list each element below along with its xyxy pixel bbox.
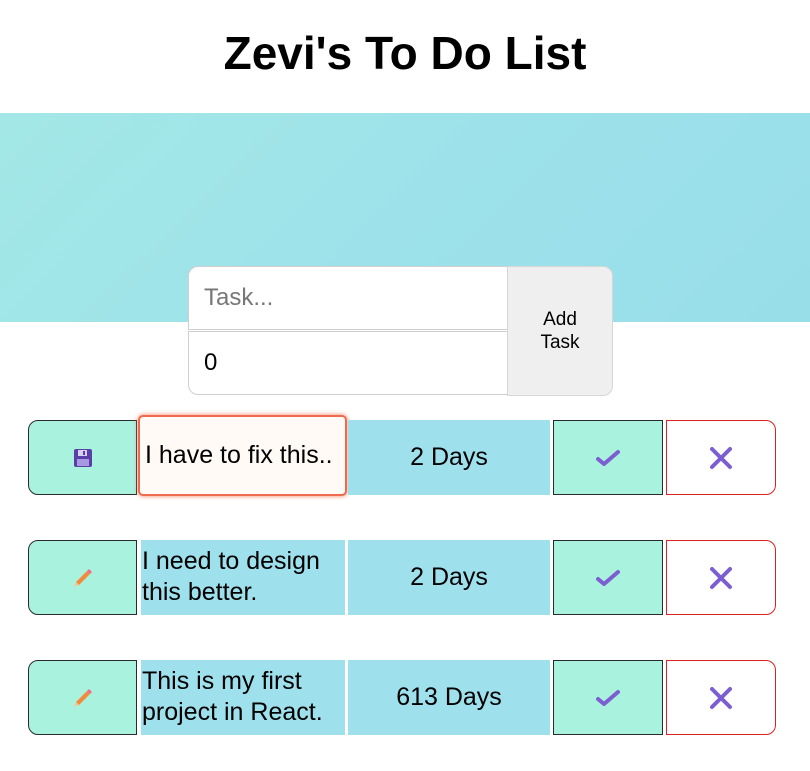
save-button[interactable] bbox=[28, 420, 137, 495]
pencil-icon bbox=[72, 687, 94, 709]
edit-button[interactable] bbox=[28, 540, 137, 615]
days-input[interactable] bbox=[188, 331, 508, 395]
add-task-form: Add Task bbox=[188, 266, 613, 396]
task-days: 2 Days bbox=[348, 540, 550, 615]
floppy-disk-icon bbox=[73, 448, 93, 468]
complete-button[interactable] bbox=[553, 540, 663, 615]
complete-button[interactable] bbox=[553, 660, 663, 735]
task-row: This is my first project in React. 613 D… bbox=[28, 660, 776, 736]
checkmark-icon bbox=[596, 449, 620, 467]
task-row: I need to design this better. 2 Days bbox=[28, 540, 776, 616]
task-input[interactable] bbox=[188, 266, 508, 330]
task-text-input[interactable] bbox=[138, 415, 347, 496]
delete-button[interactable] bbox=[666, 540, 776, 615]
add-task-panel: Add Task bbox=[0, 113, 810, 396]
delete-button[interactable] bbox=[666, 660, 776, 735]
complete-button[interactable] bbox=[553, 420, 663, 495]
close-icon bbox=[709, 686, 733, 710]
task-text: This is my first project in React. bbox=[141, 660, 345, 735]
close-icon bbox=[709, 566, 733, 590]
task-row: 2 Days bbox=[28, 415, 776, 496]
add-task-button[interactable]: Add Task bbox=[507, 266, 613, 396]
task-days: 2 Days bbox=[348, 420, 550, 495]
edit-button[interactable] bbox=[28, 660, 137, 735]
page-title: Zevi's To Do List bbox=[223, 27, 587, 79]
delete-button[interactable] bbox=[666, 420, 776, 495]
task-days: 613 Days bbox=[348, 660, 550, 735]
close-icon bbox=[709, 446, 733, 470]
checkmark-icon bbox=[596, 569, 620, 587]
task-text: I need to design this better. bbox=[141, 540, 345, 615]
checkmark-icon bbox=[596, 689, 620, 707]
pencil-icon bbox=[72, 567, 94, 589]
